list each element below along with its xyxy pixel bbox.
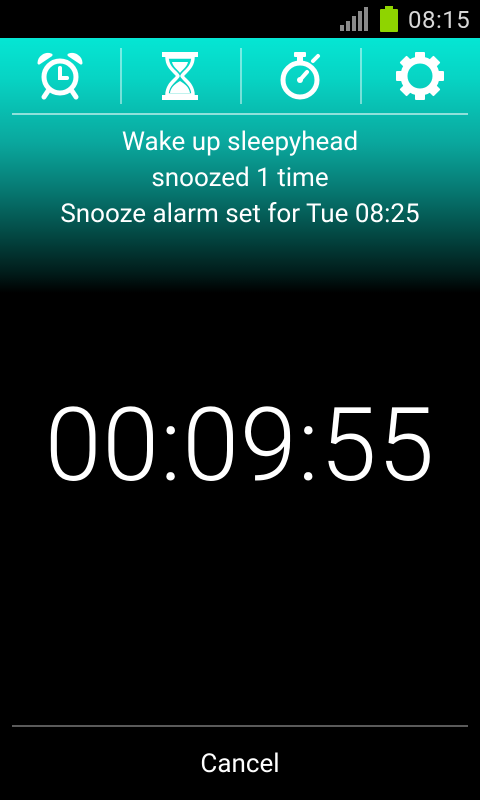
- snooze-screen: 08:15 Wake up sleepyhead snoozed 1 time …: [0, 0, 480, 800]
- snooze-countdown: 00:09:55: [44, 385, 436, 505]
- alarm-info: Wake up sleepyhead snoozed 1 time Snooze…: [0, 124, 480, 232]
- tab-bar: [0, 38, 480, 114]
- snooze-count: snoozed 1 time: [151, 163, 329, 193]
- status-bar: 08:15: [0, 0, 480, 38]
- signal-bars-icon: [340, 7, 368, 31]
- snooze-message: Snooze alarm set for Tue 08:25: [60, 199, 420, 229]
- battery-icon: [380, 6, 398, 32]
- stopwatch-icon: [280, 52, 320, 100]
- gear-icon: [396, 52, 444, 100]
- tab-settings[interactable]: [360, 38, 480, 114]
- hourglass-icon: [162, 52, 198, 100]
- alarm-title: Wake up sleepyhead: [121, 127, 359, 157]
- tab-stopwatch[interactable]: [240, 38, 360, 114]
- cancel-button[interactable]: Cancel: [0, 727, 480, 800]
- alarm-clock-icon: [37, 53, 83, 100]
- tab-timer[interactable]: [120, 38, 240, 114]
- tab-alarm[interactable]: [0, 38, 120, 114]
- status-time: 08:15: [408, 6, 471, 34]
- tab-bar-divider: [12, 113, 468, 115]
